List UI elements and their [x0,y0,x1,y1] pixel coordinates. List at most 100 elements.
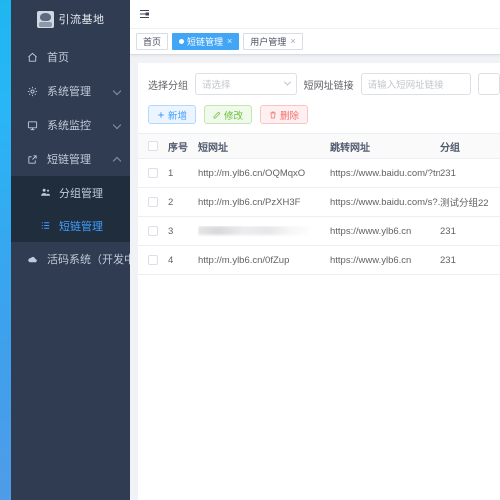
url-filter-label: 短网址链接 [303,80,354,92]
delete-button-label: 删除 [280,110,300,122]
cell-group: 测试分组22 [440,198,489,209]
hamburger-menu-icon[interactable] [136,7,152,21]
pencil-icon [213,111,221,118]
sidebar-item-home[interactable]: 首页 [11,40,130,74]
content-wrapper: 选择分组 请选择 短网址链接 请输入短网址链接 新增 修改 删除 序号 短网址 … [130,55,500,500]
filter-form: 选择分组 请选择 短网址链接 请输入短网址链接 [138,73,500,95]
row-checkbox[interactable] [148,226,158,236]
sidebar-item-system-monitor[interactable]: 系统监控 [11,108,130,142]
toolbar: 新增 修改 删除 [138,95,500,133]
sidebar-logo[interactable]: 引流基地 [11,0,130,32]
tab-label: 用户管理 [250,37,287,47]
gear-icon [25,84,39,98]
chevron-up-icon [112,156,122,166]
active-tab-dot-icon [179,39,185,44]
monitor-icon [25,118,39,132]
sidebar-item-shortlink-list[interactable]: 短链管理 [11,209,130,242]
top-navbar [130,0,500,29]
sidebar-item-group-management[interactable]: 分组管理 [11,176,130,209]
group-select-placeholder: 请选择 [202,80,231,91]
cell-group: 231 [440,254,456,266]
row-checkbox-cell [138,255,168,265]
sidebar-menu: 首页 系统管理 系统监控 短链管理 分组管理 短链管理 活码系统（开发中 [11,40,130,276]
cell-short-url: http://m.ylb6.cn/OQMqxO [198,167,306,179]
sidebar: 引流基地 首页 系统管理 系统监控 短链管理 分组管理 短链管理 活码系统（开发… [11,0,130,500]
table-row[interactable]: 4 http://m.ylb6.cn/0fZup https://www.ylb… [138,246,500,275]
row-checkbox-cell [138,168,168,178]
add-button[interactable]: 新增 [148,105,197,124]
chevron-down-icon [112,86,122,96]
cell-no: 1 [168,167,174,179]
group-filter-label: 选择分组 [148,80,188,92]
sidebar-subitem-label: 分组管理 [59,187,103,200]
row-checkbox[interactable] [148,168,158,178]
app-logo-icon [36,10,54,28]
list-icon [39,219,52,232]
select-all-checkbox[interactable] [148,141,158,151]
cell-short-url: http://m.ylb6.cn/0fZup [198,254,290,266]
add-button-label: 新增 [168,110,188,122]
table-header-row: 序号 短网址 跳转网址 分组 [138,133,500,159]
edit-button-label: 修改 [224,110,244,122]
close-icon[interactable]: × [227,37,232,46]
tab-label: 首页 [143,37,162,47]
sidebar-item-label: 短链管理 [47,154,91,166]
column-header-short-url: 短网址 [198,142,228,154]
cell-group: 231 [440,167,456,179]
cell-redirect-url: https://www.baidu.com/s?... [330,196,440,208]
shortlink-panel: 选择分组 请选择 短网址链接 请输入短网址链接 新增 修改 删除 序号 短网址 … [138,63,500,500]
row-checkbox[interactable] [148,255,158,265]
sidebar-submenu-shortlink: 分组管理 短链管理 [11,176,130,242]
cell-redirect-url: https://www.ylb6.cn [330,225,412,237]
row-checkbox-cell [138,226,168,236]
link-icon [25,152,39,166]
select-all-checkbox-cell [138,141,168,151]
table-row[interactable]: 3 https://www.ylb6.cn 231 [138,217,500,246]
chevron-down-icon [112,120,122,130]
sidebar-item-label: 活码系统（开发中） [47,254,130,266]
cell-no: 4 [168,254,174,266]
table-row[interactable]: 2 http://m.ylb6.cn/PzXH3F https://www.ba… [138,188,500,217]
tab-shortlink-management[interactable]: 短链管理 × [172,33,240,50]
short-url-input[interactable]: 请输入短网址链接 [360,73,471,95]
cell-no: 3 [168,225,174,237]
row-checkbox[interactable] [148,197,158,207]
sidebar-logo-text: 引流基地 [58,14,105,26]
sidebar-subitem-label: 短链管理 [59,220,103,233]
tab-home[interactable]: 首页 [136,33,169,50]
plus-icon [158,111,164,118]
sidebar-item-dynamic-qr-system[interactable]: 活码系统（开发中） [11,242,130,276]
table-row[interactable]: 1 http://m.ylb6.cn/OQMqxO https://www.ba… [138,159,500,188]
column-header-group: 分组 [440,142,460,154]
page-edge-strip [0,0,11,500]
row-checkbox-cell [138,197,168,207]
delete-button[interactable]: 删除 [260,105,309,124]
cell-no: 2 [168,196,174,208]
trash-icon [270,111,276,118]
users-icon [39,186,52,199]
sidebar-item-label: 首页 [47,52,69,64]
tab-user-management[interactable]: 用户管理 × [243,33,303,50]
column-header-redirect-url: 跳转网址 [330,142,370,154]
cell-redirect-url: https://www.baidu.com/?tn... [330,167,440,179]
sidebar-item-label: 系统管理 [47,86,91,98]
sidebar-item-system-management[interactable]: 系统管理 [11,74,130,108]
main-area: 首页 短链管理 × 用户管理 × 选择分组 请选择 短网址链接 请输入短网址链接 [130,0,500,500]
cell-redirect-url: https://www.ylb6.cn [330,254,412,266]
sidebar-item-label: 系统监控 [47,120,91,132]
column-header-no: 序号 [168,142,188,154]
redacted-blur [198,226,310,236]
edit-button[interactable]: 修改 [204,105,253,124]
cloud-icon [25,252,39,266]
group-select[interactable]: 请选择 [195,73,297,95]
chevron-down-icon [283,78,291,86]
cell-short-url: http://m.ylb6.cn/PzXH3F [198,196,301,208]
tabs-bar: 首页 短链管理 × 用户管理 × [130,29,500,55]
close-icon[interactable]: × [290,37,295,46]
tab-label: 短链管理 [187,37,224,47]
short-url-input-placeholder: 请输入短网址链接 [367,80,444,91]
sidebar-item-shortlink-management[interactable]: 短链管理 [11,142,130,176]
cell-short-url-redacted [198,226,330,237]
filter-overflow-field[interactable] [478,73,500,95]
home-icon [25,50,39,64]
